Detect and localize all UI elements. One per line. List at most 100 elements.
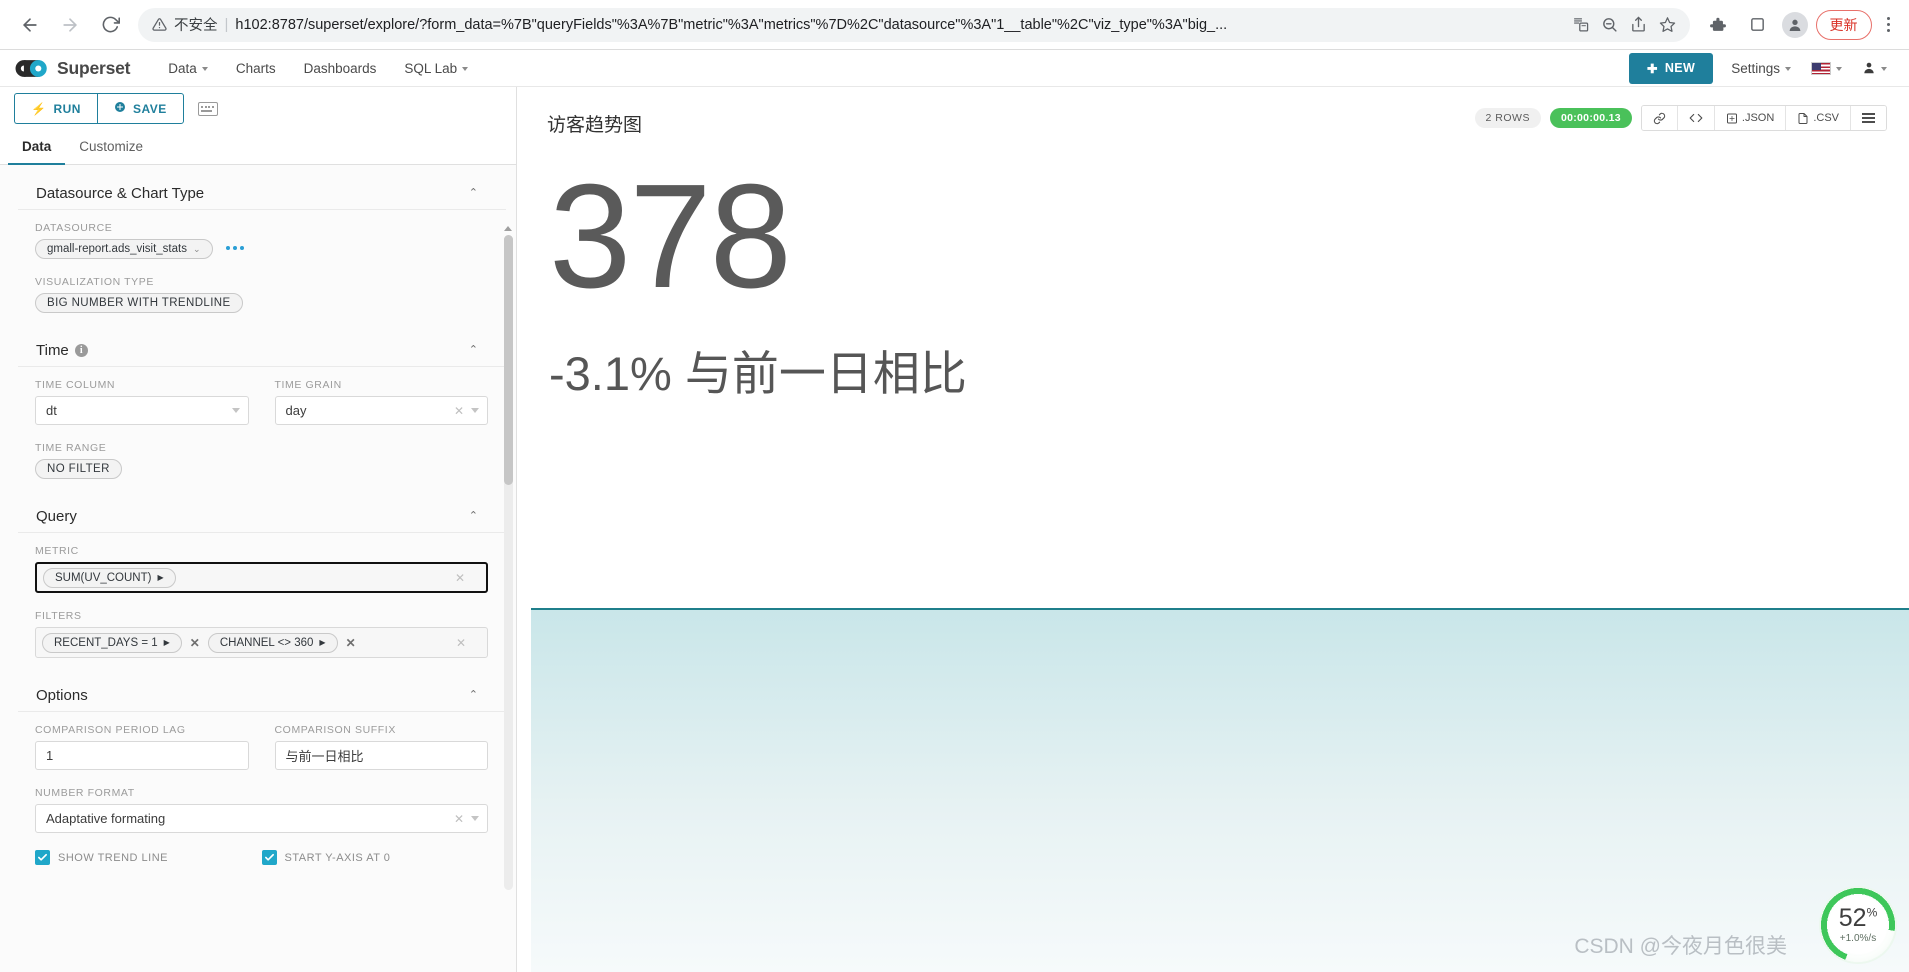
remove-filter-icon[interactable]: ✕ — [186, 636, 204, 650]
chevron-up-icon[interactable]: ⌃ — [469, 188, 478, 199]
control-actions: ⚡ RUN SAVE — [0, 87, 516, 119]
time-column-value: dt — [46, 403, 232, 418]
zoom-out-icon[interactable] — [1601, 16, 1618, 33]
keyboard-shortcuts-icon[interactable] — [198, 102, 218, 116]
field-time-grain: TIME GRAIN day ✕ — [275, 379, 489, 436]
url-text: h102:8787/superset/explore/?form_data=%7… — [235, 17, 1556, 33]
checkmark-icon — [35, 850, 50, 865]
language-selector[interactable] — [1809, 50, 1844, 87]
control-scroll-region[interactable]: Datasource & Chart Type ⌃ DATASOURCE gma… — [0, 165, 516, 972]
checkbox-label: SHOW TREND LINE — [58, 852, 168, 864]
number-format-value: Adaptative formating — [46, 811, 447, 826]
nav-item-dashboards[interactable]: Dashboards — [290, 50, 391, 87]
metric-control[interactable]: SUM(UV_COUNT) ▶ ✕ — [35, 562, 488, 593]
time-column-select[interactable]: dt — [35, 396, 249, 425]
number-format-select[interactable]: Adaptative formating ✕ — [35, 804, 488, 833]
field-label: TIME GRAIN — [275, 379, 489, 391]
hamburger-menu-icon[interactable] — [1851, 106, 1886, 130]
code-icon[interactable] — [1678, 106, 1715, 130]
address-bar[interactable]: 不安全 | h102:8787/superset/explore/?form_d… — [138, 8, 1690, 42]
clear-icon[interactable]: ✕ — [447, 812, 471, 826]
csv-download-icon[interactable]: .CSV — [1786, 106, 1851, 130]
remove-filter-icon[interactable]: ✕ — [342, 636, 360, 650]
field-label: FILTERS — [35, 610, 488, 622]
viz-type-pill[interactable]: BIG NUMBER WITH TRENDLINE — [35, 293, 243, 313]
side-panel-icon[interactable] — [1742, 9, 1774, 41]
puzzle-piece-icon[interactable] — [1702, 9, 1734, 41]
chevron-down-icon — [1785, 67, 1791, 71]
chart-header-actions: 2 ROWS 00:00:00.13 .JSON .CSV — [1475, 105, 1887, 131]
comparison-lag-input[interactable]: 1 — [35, 741, 249, 770]
field-label: TIME COLUMN — [35, 379, 249, 391]
link-icon[interactable] — [1642, 106, 1678, 130]
section-header-datasource[interactable]: Datasource & Chart Type ⌃ — [18, 165, 506, 210]
metric-chip[interactable]: SUM(UV_COUNT) ▶ — [43, 568, 176, 588]
forward-arrow-icon[interactable] — [52, 7, 88, 43]
control-tabs: Data Customize — [0, 130, 516, 165]
star-icon[interactable] — [1659, 16, 1676, 33]
checkbox-start-y-axis-at-zero[interactable]: START Y-AXIS AT 0 — [262, 850, 489, 865]
field-time-range: TIME RANGE NO FILTER — [35, 442, 488, 479]
save-button[interactable]: SAVE — [97, 93, 184, 124]
nav-item-data[interactable]: Data — [154, 50, 222, 87]
translate-icon[interactable] — [1572, 16, 1589, 33]
info-icon[interactable]: i — [75, 344, 88, 357]
chevron-down-icon — [232, 408, 240, 413]
time-range-pill[interactable]: NO FILTER — [35, 459, 122, 479]
run-button[interactable]: ⚡ RUN — [14, 93, 97, 124]
filters-control[interactable]: RECENT_DAYS = 1 ▶ ✕ CHANNEL <> 360 ▶ ✕ ✕ — [35, 627, 488, 658]
superset-navbar: Superset Data Charts Dashboards SQL Lab … — [0, 50, 1909, 87]
new-button[interactable]: ✚ NEW — [1629, 53, 1713, 84]
checkbox-show-trend-line[interactable]: SHOW TREND LINE — [35, 850, 262, 865]
filter-chip[interactable]: CHANNEL <> 360 ▶ — [208, 633, 338, 653]
tab-customize[interactable]: Customize — [65, 131, 157, 165]
filter-value: CHANNEL <> 360 — [220, 637, 314, 649]
section-title: Options — [36, 687, 88, 704]
share-icon[interactable] — [1630, 16, 1647, 33]
tab-data[interactable]: Data — [8, 131, 65, 165]
section-header-query[interactable]: Query ⌃ — [18, 491, 506, 533]
section-header-options[interactable]: Options ⌃ — [18, 670, 506, 712]
chevron-up-icon[interactable]: ⌃ — [469, 511, 478, 522]
chevron-up-icon[interactable]: ⌃ — [469, 345, 478, 356]
chevron-down-icon — [202, 67, 208, 71]
time-grain-value: day — [286, 403, 447, 418]
time-grain-select[interactable]: day ✕ — [275, 396, 489, 425]
trendline-area[interactable] — [531, 608, 1909, 972]
run-button-label: RUN — [53, 102, 81, 116]
scroll-up-arrow-icon[interactable] — [504, 226, 512, 231]
settings-menu[interactable]: Settings — [1729, 50, 1793, 87]
browser-toolbar: 不安全 | h102:8787/superset/explore/?form_d… — [0, 0, 1909, 50]
json-download-icon[interactable]: .JSON — [1715, 106, 1786, 130]
update-button[interactable]: 更新 — [1816, 10, 1872, 40]
back-arrow-icon[interactable] — [12, 7, 48, 43]
comparison-suffix-input[interactable]: 与前一日相比 — [275, 741, 489, 770]
clear-icon[interactable]: ✕ — [449, 636, 473, 650]
control-panel: ⚡ RUN SAVE Data Customize — [0, 87, 517, 972]
rows-badge: 2 ROWS — [1475, 108, 1541, 128]
comparison-text: -3.1% 与前一日相比 — [539, 335, 1909, 404]
us-flag-icon — [1811, 62, 1831, 75]
chevron-up-icon[interactable]: ⌃ — [469, 690, 478, 701]
nav-item-label: SQL Lab — [404, 50, 457, 87]
clear-icon[interactable]: ✕ — [447, 404, 471, 418]
user-icon — [1862, 61, 1876, 75]
kebab-menu-icon[interactable] — [1880, 17, 1898, 33]
scrollbar-thumb[interactable] — [504, 235, 513, 485]
reload-icon[interactable] — [92, 7, 128, 43]
nav-item-charts[interactable]: Charts — [222, 50, 290, 87]
superset-logo[interactable]: Superset — [14, 58, 130, 79]
profile-avatar-icon[interactable] — [1782, 12, 1808, 38]
chevron-right-icon: ▶ — [319, 638, 325, 647]
chart-action-group: .JSON .CSV — [1641, 105, 1887, 131]
control-panel-scrollbar[interactable] — [504, 235, 513, 890]
datasource-more-icon[interactable] — [226, 246, 244, 250]
nav-item-sql-lab[interactable]: SQL Lab — [390, 50, 482, 87]
new-button-label: NEW — [1665, 61, 1695, 75]
filter-chip[interactable]: RECENT_DAYS = 1 ▶ — [42, 633, 182, 653]
section-header-time[interactable]: Time i ⌃ — [18, 325, 506, 367]
clear-icon[interactable]: ✕ — [448, 571, 472, 585]
datasource-pill[interactable]: gmall-report.ads_visit_stats ⌄ — [35, 239, 213, 259]
user-menu[interactable] — [1860, 50, 1889, 87]
section-title: Time i — [36, 342, 88, 359]
